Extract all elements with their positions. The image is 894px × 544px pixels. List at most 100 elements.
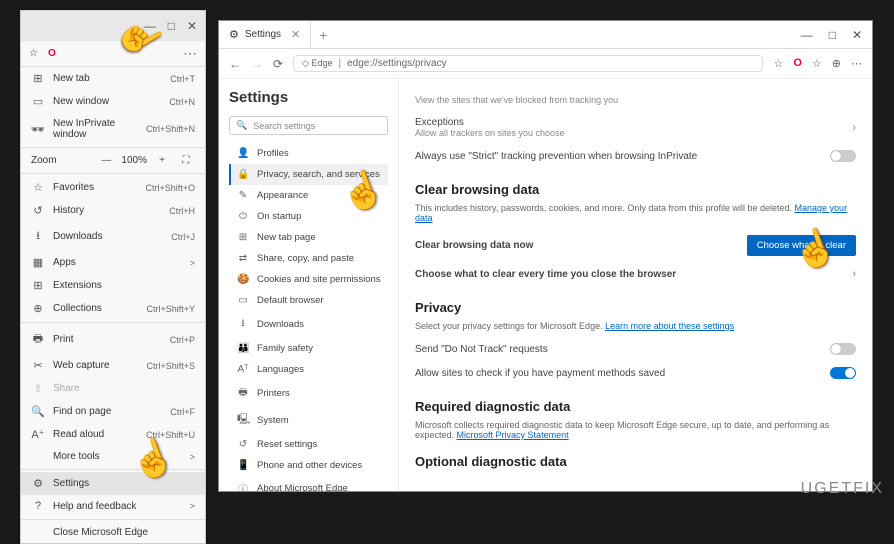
menu-item-shortcut: Ctrl+H [169,206,195,216]
menu-item-icon: ☆ [31,181,45,194]
opera-ext-icon[interactable]: O [793,57,802,70]
sidebar-nav-item[interactable]: ✎Appearance [229,185,388,206]
sidebar-nav-item[interactable]: 🍪Cookies and site permissions [229,269,388,290]
zoom-out-button[interactable]: — [97,155,115,166]
more-icon[interactable]: ⋯ [183,45,197,62]
opera-icon[interactable]: O [48,48,56,59]
gear-icon: ⚙ [229,28,239,41]
chevron-right-icon: > [190,501,195,511]
menu-item[interactable]: ⊞Extensions [21,274,205,297]
nav-item-label: New tab page [257,232,316,243]
exceptions-sub: Allow all trackers on sites you choose [415,128,852,138]
menu-item-shortcut: Ctrl+Shift+O [145,183,195,193]
privacy-statement-link[interactable]: Microsoft Privacy Statement [457,430,569,440]
chevron-right-icon: > [190,452,195,462]
sidebar-nav-item[interactable]: ⊞ New tab page [229,227,388,248]
nav-item-icon: ⊞ [237,232,249,243]
nav-item-label: Downloads [257,319,304,330]
menu-item[interactable]: 🔍Find on pageCtrl+F [21,400,205,423]
sidebar-nav-item[interactable]: ⏻On startup [229,206,388,227]
favorites-icon[interactable]: ☆ [29,48,38,59]
menu-item-icon: ⭳ [31,227,45,246]
sidebar-nav-item[interactable]: 🔒Privacy, search, and services [229,164,388,185]
window-minimize-icon[interactable]: — [801,28,813,42]
menu-item-label: Downloads [53,231,163,242]
sidebar-nav-item[interactable]: ↺Reset settings [229,434,388,455]
collections-icon[interactable]: ⊕ [832,57,841,70]
tab-settings[interactable]: ⚙ Settings ✕ [219,21,311,48]
menu-item[interactable]: ▦Apps> [21,251,205,274]
menu-item[interactable]: 🕶New InPrivate windowCtrl+Shift+N [21,113,205,145]
sidebar-nav-item[interactable]: 🖳System [229,407,388,434]
nav-item-icon: ↺ [237,439,249,450]
chevron-right-icon: › [852,268,856,280]
bookmark-icon[interactable]: ☆ [773,57,783,70]
sidebar-nav-item[interactable]: ⓘAbout Microsoft Edge [229,476,388,491]
exceptions-row[interactable]: Exceptions Allow all trackers on sites y… [415,111,856,144]
menu-item[interactable]: ⭳DownloadsCtrl+J [21,222,205,251]
overflow-icon[interactable]: ⋯ [851,57,862,70]
menu-item[interactable]: A⁺Read aloudCtrl+Shift+U [21,423,205,446]
reload-button[interactable]: ⟳ [273,57,283,71]
chevron-right-icon: > [190,258,195,268]
menu-item[interactable]: ☆FavoritesCtrl+Shift+O [21,176,205,199]
sidebar-nav-item[interactable]: 📱Phone and other devices [229,455,388,476]
sidebar-title: Settings [229,89,388,106]
zoom-label: Zoom [31,155,91,166]
nav-item-label: Profiles [257,148,289,159]
menu-item-label: Read aloud [53,429,138,440]
menu-item: ⇪Share [21,377,205,400]
menu-item[interactable]: 🖶PrintCtrl+P [21,325,205,354]
chevron-right-icon: › [852,122,856,134]
menu-item[interactable]: More tools> [21,446,205,467]
nav-item-icon: 🔒 [237,169,249,180]
window-close-icon[interactable]: ✕ [852,28,862,42]
url-input[interactable]: ◇ Edge | edge://settings/privacy [293,55,763,72]
menu-item-icon: ⇪ [31,382,45,395]
sidebar-nav-item[interactable]: ⇄Share, copy, and paste [229,248,388,269]
menu-item[interactable]: ⊞New tabCtrl+T [21,67,205,90]
favorites-bar-icon[interactable]: ☆ [812,57,822,70]
privacy-learn-link[interactable]: Learn more about these settings [605,321,734,331]
settings-sidebar: Settings 🔍 Search settings 👤Profiles🔒Pri… [219,79,399,491]
nav-item-label: Default browser [257,295,324,306]
menu-item-icon: ✂ [31,359,45,372]
menu-item[interactable]: ⚙Settings [21,472,205,495]
sidebar-nav-item[interactable]: AᵀLanguages [229,359,388,380]
sidebar-nav-item[interactable]: 👪Family safety [229,338,388,359]
sidebar-nav-item[interactable]: 🖶Printers [229,380,388,407]
menu-item[interactable]: ↺HistoryCtrl+H [21,199,205,222]
maximize-icon[interactable]: □ [168,19,175,33]
close-icon[interactable]: ✕ [187,19,197,33]
nav-item-label: Printers [257,388,290,399]
sidebar-nav-item[interactable]: ⭳Downloads [229,311,388,338]
menu-item[interactable]: ⊕CollectionsCtrl+Shift+Y [21,297,205,320]
window-maximize-icon[interactable]: □ [829,28,836,42]
new-tab-button[interactable]: + [311,27,335,43]
sidebar-nav-item[interactable]: ▭Default browser [229,290,388,311]
menu-item[interactable]: ▭New windowCtrl+N [21,90,205,113]
nav-item-icon: 🖳 [237,412,249,429]
dnt-toggle[interactable] [830,343,856,355]
clear-on-close-row[interactable]: Choose what to clear every time you clos… [415,262,856,286]
payment-toggle[interactable] [830,367,856,379]
menu-item[interactable]: ✂Web captureCtrl+Shift+S [21,354,205,377]
back-button[interactable]: ← [229,57,241,71]
menu-item-shortcut: Ctrl+T [170,74,195,84]
sidebar-nav-item[interactable]: 👤Profiles [229,143,388,164]
search-icon: 🔍 [236,120,247,131]
clear-data-heading: Clear browsing data [415,182,856,197]
tab-close-icon[interactable]: ✕ [291,28,300,41]
strict-toggle[interactable] [830,150,856,162]
menu-item-icon: 🔍 [31,405,45,418]
search-settings-input[interactable]: 🔍 Search settings [229,116,388,135]
menu-item[interactable]: ?Help and feedback> [21,495,205,517]
choose-what-to-clear-button[interactable]: Choose what to clear [747,235,856,256]
nav-item-icon: ⓘ [237,481,249,491]
fullscreen-button[interactable]: ⛶ [177,155,195,166]
menu-item-shortcut: Ctrl+Shift+Y [146,304,195,314]
zoom-in-button[interactable]: + [153,155,171,166]
close-edge-item[interactable]: Close Microsoft Edge [21,522,205,543]
minimize-icon[interactable]: — [144,19,156,33]
forward-button: → [251,57,263,71]
